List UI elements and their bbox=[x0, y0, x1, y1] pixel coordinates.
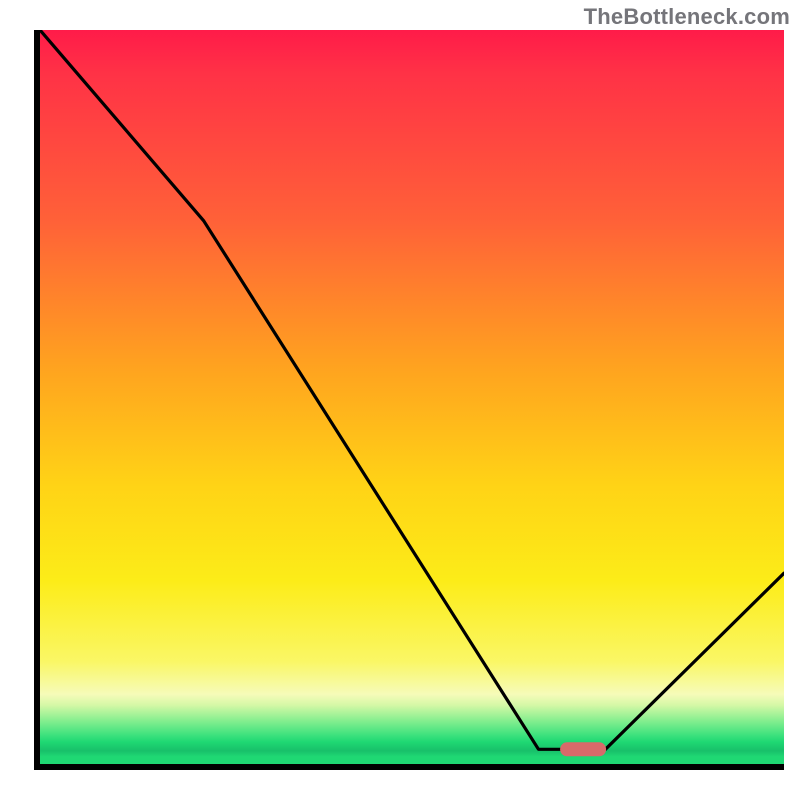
curve-layer bbox=[40, 30, 784, 764]
bottleneck-curve bbox=[40, 30, 784, 749]
chart-frame: TheBottleneck.com bbox=[0, 0, 800, 800]
attribution-text: TheBottleneck.com bbox=[584, 4, 790, 30]
plot-area bbox=[34, 30, 784, 770]
optimal-marker bbox=[560, 742, 606, 756]
